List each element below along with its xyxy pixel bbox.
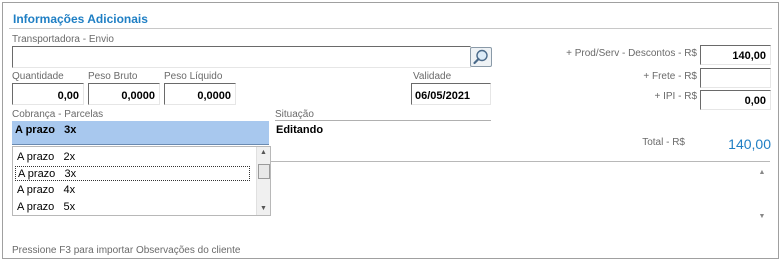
peso-liquido-field[interactable]: 0,0000 (164, 83, 236, 105)
ipi-field[interactable]: 0,00 (700, 90, 771, 110)
peso-bruto-label: Peso Bruto (88, 71, 138, 82)
validade-label: Validade (413, 71, 452, 82)
scroll-down-icon[interactable]: ▼ (756, 212, 768, 221)
validade-value: 06/05/2021 (415, 90, 471, 102)
listbox-scrollbar[interactable]: ▲ ▼ (256, 147, 270, 215)
situacao-label: Situação (275, 109, 314, 120)
validade-field[interactable]: 06/05/2021 (411, 83, 491, 105)
title-divider (9, 28, 772, 29)
frete-label: + Frete - R$ (643, 71, 697, 82)
additional-info-panel: Informações Adicionais Transportadora - … (2, 2, 779, 259)
list-item[interactable]: A prazo 2x (15, 150, 250, 165)
footer-hint: Pressione F3 para importar Observações d… (12, 245, 241, 256)
frete-field[interactable] (700, 68, 771, 88)
section-title: Informações Adicionais (13, 12, 148, 26)
list-item[interactable]: A prazo 4x (15, 183, 250, 198)
situacao-value: Editando (276, 124, 324, 136)
quantidade-field[interactable]: 0,00 (12, 83, 84, 105)
cobranca-selected-value: A prazo 3x (15, 124, 77, 136)
peso-liquido-label: Peso Líquido (164, 71, 223, 82)
list-item-active[interactable]: A prazo 3x (15, 166, 250, 181)
transportadora-label: Transportadora - Envio (12, 34, 114, 45)
prod-serv-field[interactable]: 140,00 (700, 45, 771, 65)
quantidade-value: 0,00 (57, 90, 79, 102)
magnifier-icon (473, 49, 488, 65)
scroll-down-icon[interactable]: ▼ (257, 204, 270, 213)
observacoes-scrollbar[interactable]: ▲ ▼ (754, 162, 770, 225)
peso-bruto-value: 0,0000 (121, 90, 155, 102)
scroll-thumb[interactable] (258, 164, 270, 179)
situacao-divider (275, 120, 491, 121)
peso-liquido-value: 0,0000 (197, 90, 231, 102)
transportadora-field[interactable] (12, 46, 471, 68)
ipi-value: 0,00 (744, 95, 766, 107)
scroll-up-icon[interactable]: ▲ (257, 148, 270, 157)
search-button[interactable] (470, 47, 492, 67)
scroll-up-icon[interactable]: ▲ (756, 168, 768, 177)
total-label: Total - R$ (642, 137, 685, 148)
quantidade-label: Quantidade (12, 71, 64, 82)
ipi-label: + IPI - R$ (654, 91, 697, 102)
prod-serv-label: + Prod/Serv - Descontos - R$ (566, 48, 697, 59)
peso-bruto-field[interactable]: 0,0000 (88, 83, 160, 105)
cobranca-selected[interactable]: A prazo 3x (12, 121, 269, 145)
prod-serv-value: 140,00 (732, 50, 766, 62)
observacoes-textarea[interactable]: ▲ ▼ (271, 161, 770, 225)
cobranca-label: Cobrança - Parcelas (12, 109, 104, 120)
total-value: 140,00 (728, 136, 771, 152)
situacao-field: Editando (275, 122, 491, 144)
cobranca-listbox[interactable]: A prazo 2x A prazo 3x A prazo 4x A prazo… (12, 146, 271, 216)
list-item[interactable]: A prazo 5x (15, 200, 250, 215)
